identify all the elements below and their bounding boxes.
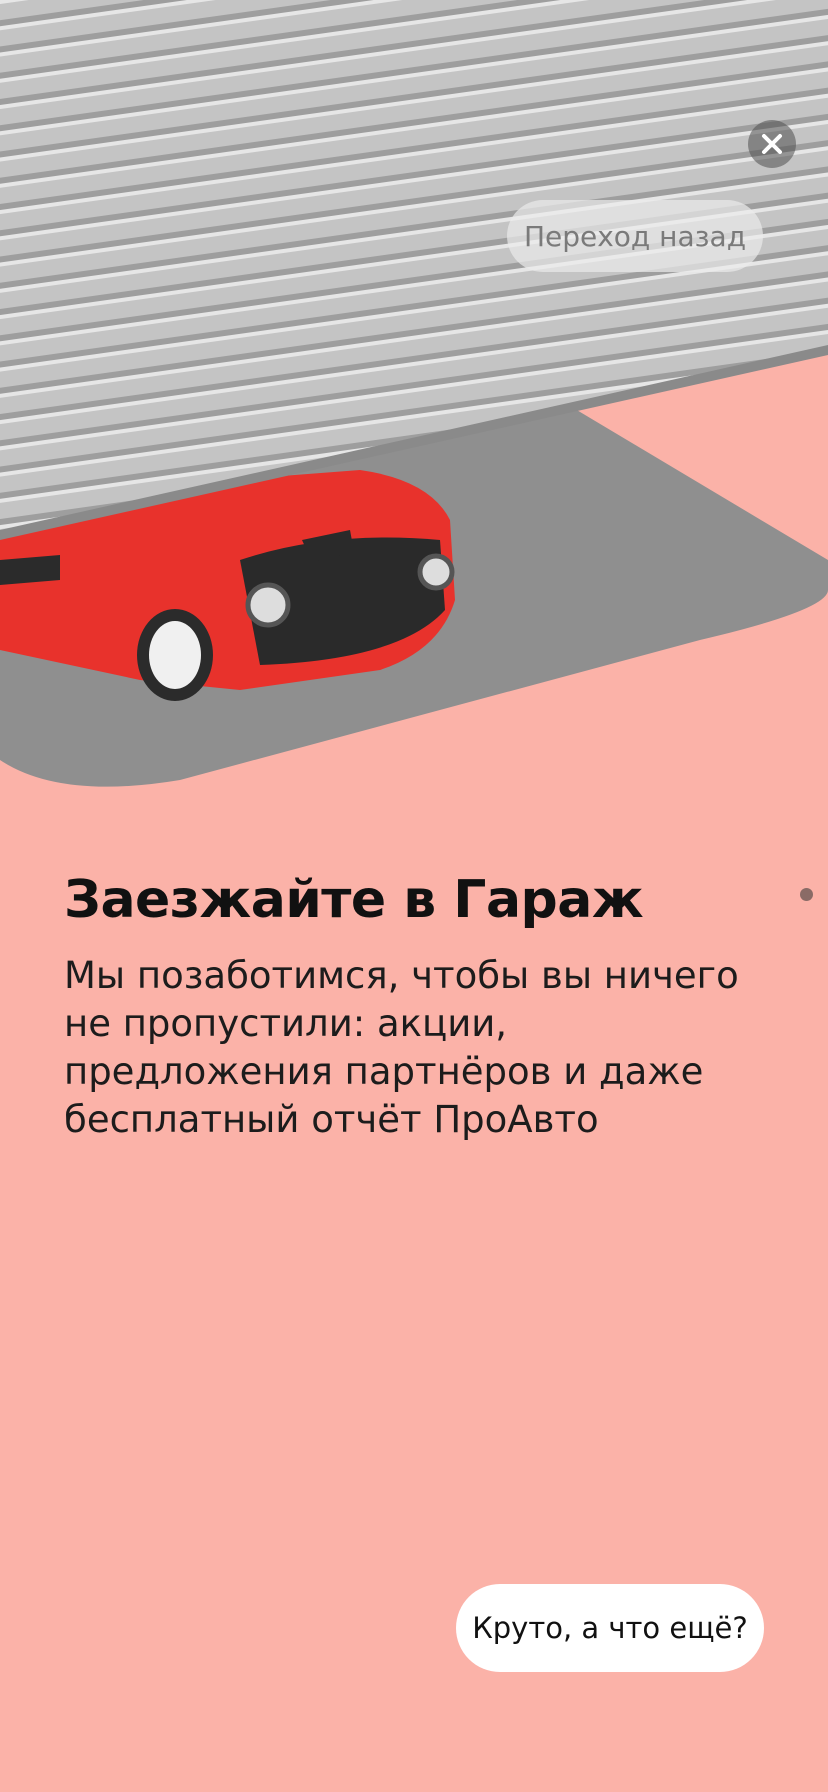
garage-illustration	[0, 0, 828, 800]
back-button-label: Переход назад	[523, 219, 747, 253]
back-button[interactable]: Переход назад	[507, 200, 763, 272]
close-button[interactable]	[748, 120, 796, 168]
story-title: Заезжайте в Гараж	[64, 870, 644, 930]
next-button-label: Круто, а что ещё?	[472, 1611, 748, 1645]
page-indicator-dot	[800, 888, 813, 901]
story-description: Мы позаботимся, чтобы вы ничего не пропу…	[64, 954, 739, 1141]
close-icon	[762, 134, 782, 154]
next-button[interactable]: Круто, а что ещё?	[456, 1584, 764, 1672]
